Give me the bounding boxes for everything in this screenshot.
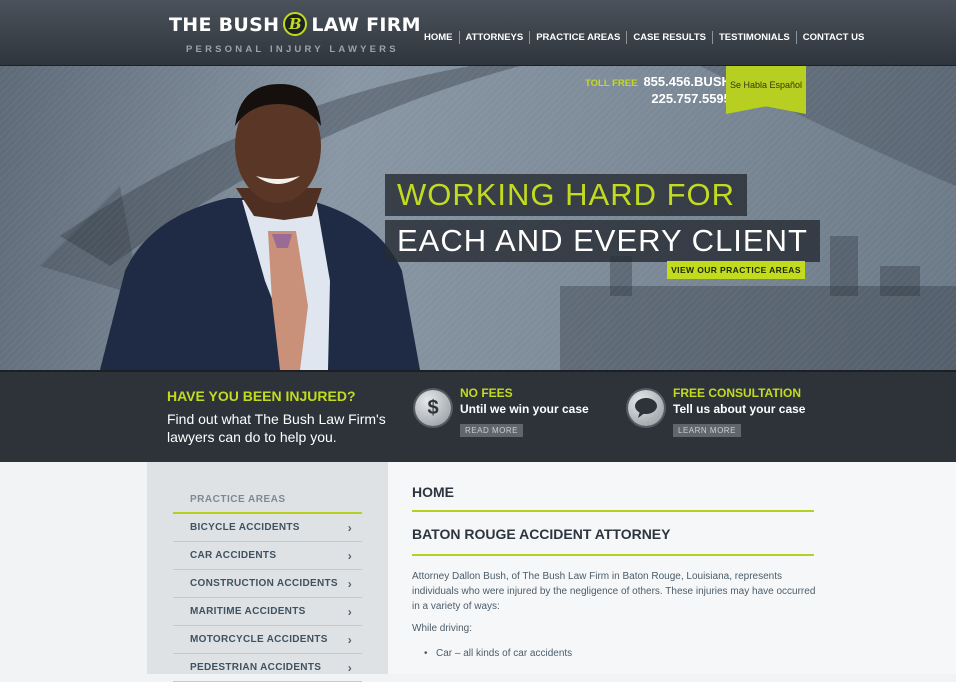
- main-nav: HOME ATTORNEYS PRACTICE AREAS CASE RESUL…: [424, 31, 870, 44]
- nav-practice-areas[interactable]: PRACTICE AREAS: [529, 31, 626, 44]
- feature-title: FREE CONSULTATION: [673, 386, 801, 400]
- speech-bubble-icon: [628, 390, 664, 426]
- sidebar-item-car-accidents[interactable]: CAR ACCIDENTS ›: [173, 542, 362, 570]
- while-driving-label: While driving:: [412, 623, 473, 634]
- chevron-right-icon: ›: [347, 577, 352, 591]
- hero-headline-1: WORKING HARD FOR: [385, 174, 748, 216]
- hero-headline-2: EACH AND EVERY CLIENT: [385, 220, 820, 262]
- nav-testimonials[interactable]: TESTIMONIALS: [712, 31, 796, 44]
- feature-subtitle: Until we win your case: [460, 402, 589, 416]
- divider: [412, 510, 814, 512]
- chevron-right-icon: ›: [347, 605, 352, 619]
- nav-case-results[interactable]: CASE RESULTS: [626, 31, 712, 44]
- logo-text-right: LAW FIRM: [311, 14, 421, 36]
- practice-area-list: BICYCLE ACCIDENTS › CAR ACCIDENTS › CONSTR…: [173, 514, 362, 682]
- injured-title: HAVE YOU BEEN INJURED?: [167, 388, 356, 404]
- page-title: BATON ROUGE ACCIDENT ATTORNEY: [412, 526, 671, 542]
- attorney-photo: [100, 84, 420, 370]
- injured-text: Find out what The Bush Law Firm's lawyer…: [167, 411, 386, 445]
- logo[interactable]: THE BUSH B LAW FIRM: [169, 12, 421, 36]
- feature-subtitle: Tell us about your case: [673, 402, 806, 416]
- divider: [412, 554, 814, 556]
- sidebar-item-construction-accidents[interactable]: CONSTRUCTION ACCIDENTS ›: [173, 570, 362, 598]
- tagline: PERSONAL INJURY LAWYERS: [186, 44, 399, 55]
- injury-band: HAVE YOU BEEN INJURED? Find out what The…: [0, 370, 956, 462]
- nav-attorneys[interactable]: ATTORNEYS: [458, 31, 530, 44]
- learn-more-button[interactable]: LEARN MORE: [673, 424, 741, 437]
- dollar-icon: $: [415, 390, 451, 426]
- sidebar-title: PRACTICE AREAS: [190, 494, 286, 505]
- sidebar: PRACTICE AREAS BICYCLE ACCIDENTS › CAR AC…: [147, 462, 388, 682]
- site-header: THE BUSH B LAW FIRM PERSONAL INJURY LAWYER…: [0, 0, 956, 66]
- toll-free-label: TOLL FREE: [585, 78, 638, 89]
- main-content: HOME BATON ROUGE ACCIDENT ATTORNEY Attor…: [388, 462, 956, 674]
- sidebar-item-motorcycle-accidents[interactable]: MOTORCYCLE ACCIDENTS ›: [173, 626, 362, 654]
- list-item: Car – all kinds of car accidents: [424, 648, 572, 659]
- chevron-right-icon: ›: [347, 549, 352, 563]
- phone-number-1[interactable]: 855.456.BUSH: [643, 74, 730, 89]
- hero-banner: TOLL FREE 855.456.BUSH 225.757.5595 Se Ha…: [0, 66, 956, 370]
- view-practice-areas-button[interactable]: VIEW OUR PRACTICE AREAS: [667, 261, 805, 279]
- chevron-right-icon: ›: [347, 661, 352, 675]
- spanish-badge-label: Se Habla Español: [729, 80, 803, 90]
- phone-block: TOLL FREE 855.456.BUSH 225.757.5595: [585, 74, 731, 106]
- logo-monogram: B: [283, 12, 308, 36]
- sidebar-item-pedestrian-accidents[interactable]: PEDESTRIAN ACCIDENTS ›: [173, 654, 362, 682]
- logo-text-left: THE BUSH: [169, 14, 280, 36]
- read-more-button[interactable]: READ MORE: [460, 424, 523, 437]
- nav-home[interactable]: HOME: [424, 31, 459, 44]
- phone-number-2[interactable]: 225.757.5595: [627, 91, 731, 106]
- nav-contact-us[interactable]: CONTACT US: [795, 31, 871, 44]
- chevron-right-icon: ›: [347, 521, 352, 535]
- intro-paragraph: Attorney Dallon Bush, of The Bush Law Fi…: [412, 571, 816, 612]
- sidebar-item-bicycle-accidents[interactable]: BICYCLE ACCIDENTS ›: [173, 514, 362, 542]
- feature-title: NO FEES: [460, 386, 513, 400]
- chevron-right-icon: ›: [347, 633, 352, 647]
- sidebar-item-maritime-accidents[interactable]: MARITIME ACCIDENTS ›: [173, 598, 362, 626]
- breadcrumb: HOME: [412, 484, 454, 500]
